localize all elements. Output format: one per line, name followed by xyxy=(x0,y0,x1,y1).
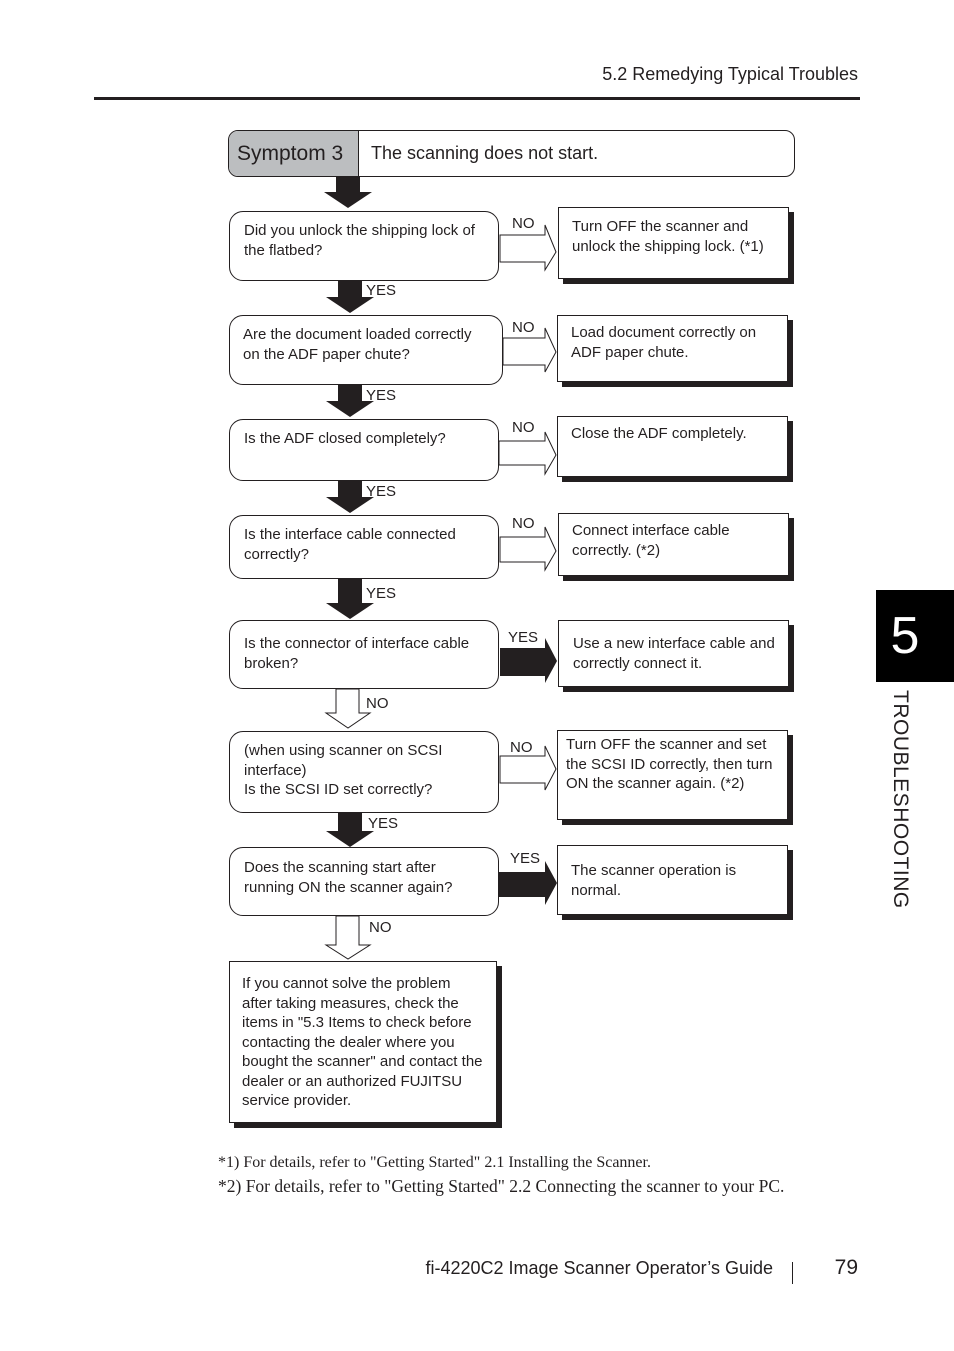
branch-label: NO xyxy=(512,419,535,436)
footnote: *2) For details, refer to "Getting Start… xyxy=(218,1176,785,1196)
final-advice-box: If you cannot solve the problem after ta… xyxy=(229,961,497,1123)
question-box: Are the document loaded correctly on the… xyxy=(229,315,503,385)
next-label: YES xyxy=(366,483,397,500)
action-box: The scanner operation is normal. xyxy=(557,845,788,915)
guide-title: fi-4220C2 Image Scanner Operator’s Guide xyxy=(425,1258,773,1278)
right-arrow-hollow xyxy=(499,526,557,572)
next-label: YES xyxy=(368,815,399,832)
branch-label: NO xyxy=(512,515,535,532)
question-box: Is the ADF closed completely? xyxy=(229,419,499,481)
question-box: (when using scanner on SCSI interface) I… xyxy=(229,731,499,813)
next-label: YES xyxy=(366,387,397,404)
action-box: Connect interface cable correctly. (*2) xyxy=(558,513,789,576)
branch-label: NO xyxy=(512,319,535,336)
down-arrow-hollow xyxy=(324,915,372,960)
action-box: Turn OFF the scanner and unlock the ship… xyxy=(558,207,789,279)
right-arrow-hollow xyxy=(498,431,557,476)
question-box: Did you unlock the shipping lock of the … xyxy=(229,211,499,281)
next-label: YES xyxy=(366,585,397,602)
next-label: NO xyxy=(369,919,392,936)
down-arrow-solid xyxy=(326,813,374,847)
action-box: Load document correctly on ADF paper chu… xyxy=(557,315,788,382)
action-box: Turn OFF the scanner and set the SCSI ID… xyxy=(557,730,788,820)
question-box: Does the scanning start after running ON… xyxy=(229,847,499,916)
chapter-tab-label: TROUBLESHOOTING xyxy=(889,690,912,909)
footer-separator xyxy=(792,1262,793,1284)
action-box: Use a new interface cable and correctly … xyxy=(558,620,789,687)
question-box: Is the connector of interface cable brok… xyxy=(229,620,499,689)
page-number: 79 xyxy=(834,1256,858,1279)
question-box: Is the interface cable connected correct… xyxy=(229,515,499,579)
chapter-tab: 5 xyxy=(876,590,954,682)
next-label: NO xyxy=(366,695,389,712)
branch-label: NO xyxy=(510,739,533,756)
action-box: Close the ADF completely. xyxy=(557,416,788,477)
footnote: *1) For details, refer to "Getting Start… xyxy=(218,1154,651,1171)
down-arrow-solid xyxy=(324,176,372,208)
next-label: YES xyxy=(366,282,397,299)
branch-label: YES xyxy=(510,850,541,867)
down-arrow-hollow xyxy=(324,688,372,729)
right-arrow-solid xyxy=(499,861,557,905)
branch-label: YES xyxy=(508,629,539,646)
branch-label: NO xyxy=(512,215,535,232)
